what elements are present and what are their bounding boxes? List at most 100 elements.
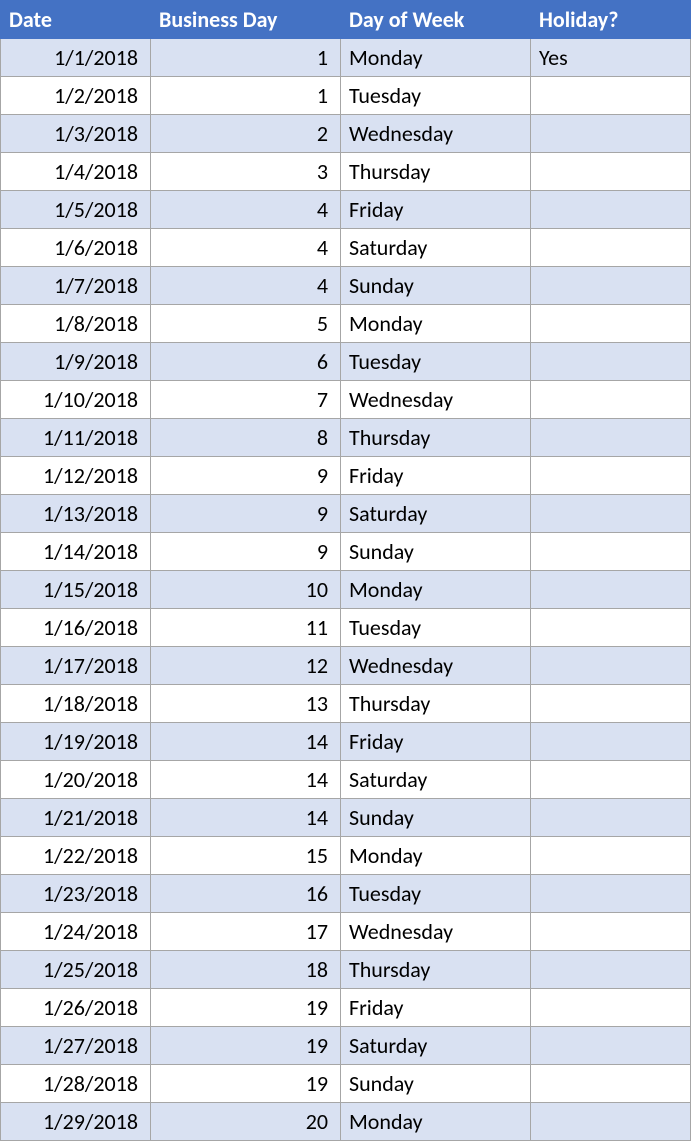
cell-business-day[interactable]: 5 [151, 305, 341, 343]
cell-date[interactable]: 1/20/2018 [1, 761, 151, 799]
cell-date[interactable]: 1/6/2018 [1, 229, 151, 267]
cell-business-day[interactable]: 4 [151, 229, 341, 267]
cell-holiday[interactable] [531, 1103, 691, 1141]
cell-business-day[interactable]: 6 [151, 343, 341, 381]
cell-business-day[interactable]: 8 [151, 419, 341, 457]
cell-business-day[interactable]: 17 [151, 913, 341, 951]
cell-day-of-week[interactable]: Friday [341, 989, 531, 1027]
cell-day-of-week[interactable]: Sunday [341, 1065, 531, 1103]
cell-business-day[interactable]: 9 [151, 457, 341, 495]
cell-date[interactable]: 1/10/2018 [1, 381, 151, 419]
cell-business-day[interactable]: 19 [151, 1027, 341, 1065]
cell-business-day[interactable]: 18 [151, 951, 341, 989]
cell-date[interactable]: 1/3/2018 [1, 115, 151, 153]
cell-holiday[interactable] [531, 685, 691, 723]
cell-day-of-week[interactable]: Sunday [341, 267, 531, 305]
cell-holiday[interactable] [531, 457, 691, 495]
cell-day-of-week[interactable]: Monday [341, 305, 531, 343]
cell-holiday[interactable] [531, 609, 691, 647]
cell-date[interactable]: 1/8/2018 [1, 305, 151, 343]
cell-day-of-week[interactable]: Sunday [341, 799, 531, 837]
cell-business-day[interactable]: 20 [151, 1103, 341, 1141]
cell-day-of-week[interactable]: Friday [341, 723, 531, 761]
cell-holiday[interactable] [531, 1065, 691, 1103]
cell-date[interactable]: 1/15/2018 [1, 571, 151, 609]
cell-holiday[interactable] [531, 799, 691, 837]
cell-day-of-week[interactable]: Thursday [341, 685, 531, 723]
cell-holiday[interactable] [531, 989, 691, 1027]
cell-day-of-week[interactable]: Wednesday [341, 913, 531, 951]
cell-business-day[interactable]: 1 [151, 77, 341, 115]
cell-day-of-week[interactable]: Sunday [341, 533, 531, 571]
cell-date[interactable]: 1/9/2018 [1, 343, 151, 381]
cell-day-of-week[interactable]: Monday [341, 837, 531, 875]
cell-holiday[interactable] [531, 495, 691, 533]
cell-date[interactable]: 1/5/2018 [1, 191, 151, 229]
cell-business-day[interactable]: 15 [151, 837, 341, 875]
cell-date[interactable]: 1/25/2018 [1, 951, 151, 989]
cell-holiday[interactable] [531, 229, 691, 267]
cell-business-day[interactable]: 3 [151, 153, 341, 191]
cell-business-day[interactable]: 14 [151, 761, 341, 799]
cell-holiday[interactable] [531, 951, 691, 989]
cell-date[interactable]: 1/11/2018 [1, 419, 151, 457]
cell-day-of-week[interactable]: Friday [341, 191, 531, 229]
cell-day-of-week[interactable]: Wednesday [341, 115, 531, 153]
cell-date[interactable]: 1/17/2018 [1, 647, 151, 685]
cell-holiday[interactable] [531, 115, 691, 153]
cell-day-of-week[interactable]: Saturday [341, 1027, 531, 1065]
cell-business-day[interactable]: 10 [151, 571, 341, 609]
cell-date[interactable]: 1/26/2018 [1, 989, 151, 1027]
cell-day-of-week[interactable]: Tuesday [341, 343, 531, 381]
cell-business-day[interactable]: 13 [151, 685, 341, 723]
cell-business-day[interactable]: 16 [151, 875, 341, 913]
cell-day-of-week[interactable]: Monday [341, 571, 531, 609]
cell-holiday[interactable] [531, 533, 691, 571]
cell-holiday[interactable] [531, 191, 691, 229]
cell-date[interactable]: 1/23/2018 [1, 875, 151, 913]
cell-holiday[interactable] [531, 875, 691, 913]
cell-holiday[interactable] [531, 305, 691, 343]
cell-business-day[interactable]: 4 [151, 191, 341, 229]
cell-date[interactable]: 1/16/2018 [1, 609, 151, 647]
cell-date[interactable]: 1/1/2018 [1, 39, 151, 77]
cell-holiday[interactable]: Yes [531, 39, 691, 77]
cell-date[interactable]: 1/2/2018 [1, 77, 151, 115]
cell-day-of-week[interactable]: Tuesday [341, 875, 531, 913]
cell-holiday[interactable] [531, 647, 691, 685]
cell-date[interactable]: 1/4/2018 [1, 153, 151, 191]
cell-holiday[interactable] [531, 761, 691, 799]
cell-business-day[interactable]: 19 [151, 1065, 341, 1103]
cell-business-day[interactable]: 4 [151, 267, 341, 305]
cell-holiday[interactable] [531, 343, 691, 381]
cell-date[interactable]: 1/21/2018 [1, 799, 151, 837]
cell-day-of-week[interactable]: Thursday [341, 419, 531, 457]
cell-day-of-week[interactable]: Saturday [341, 761, 531, 799]
cell-holiday[interactable] [531, 153, 691, 191]
cell-date[interactable]: 1/24/2018 [1, 913, 151, 951]
cell-day-of-week[interactable]: Monday [341, 39, 531, 77]
cell-business-day[interactable]: 14 [151, 723, 341, 761]
cell-business-day[interactable]: 1 [151, 39, 341, 77]
cell-day-of-week[interactable]: Tuesday [341, 77, 531, 115]
cell-holiday[interactable] [531, 381, 691, 419]
cell-day-of-week[interactable]: Wednesday [341, 647, 531, 685]
cell-business-day[interactable]: 11 [151, 609, 341, 647]
cell-holiday[interactable] [531, 837, 691, 875]
cell-business-day[interactable]: 9 [151, 533, 341, 571]
cell-business-day[interactable]: 7 [151, 381, 341, 419]
cell-holiday[interactable] [531, 723, 691, 761]
cell-day-of-week[interactable]: Saturday [341, 495, 531, 533]
cell-holiday[interactable] [531, 77, 691, 115]
cell-day-of-week[interactable]: Friday [341, 457, 531, 495]
cell-day-of-week[interactable]: Tuesday [341, 609, 531, 647]
cell-date[interactable]: 1/14/2018 [1, 533, 151, 571]
cell-date[interactable]: 1/28/2018 [1, 1065, 151, 1103]
cell-date[interactable]: 1/18/2018 [1, 685, 151, 723]
cell-date[interactable]: 1/7/2018 [1, 267, 151, 305]
cell-holiday[interactable] [531, 267, 691, 305]
cell-day-of-week[interactable]: Saturday [341, 229, 531, 267]
cell-day-of-week[interactable]: Thursday [341, 951, 531, 989]
cell-business-day[interactable]: 12 [151, 647, 341, 685]
cell-holiday[interactable] [531, 419, 691, 457]
